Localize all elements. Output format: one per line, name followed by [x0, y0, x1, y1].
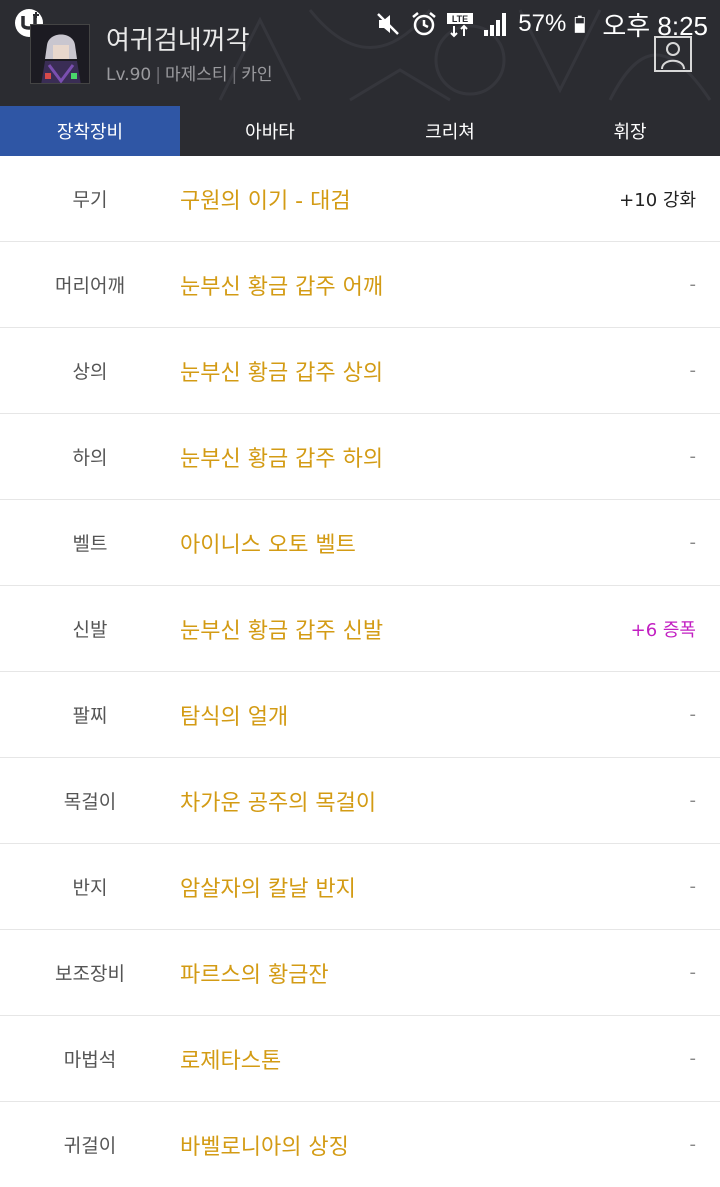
tab-avatar[interactable]: 아바타: [180, 106, 360, 156]
item-name: 파르스의 황금잔: [180, 962, 329, 988]
slot-label: 무기: [72, 189, 108, 211]
character-header: LTE 57% 오후 8:25 여귀검내꺼각 Lv.90 | 마제스티 | 카인: [0, 0, 720, 106]
equipment-row[interactable]: 반지 암살자의 칼날 반지 -: [0, 844, 720, 930]
slot-label: 목걸이: [63, 791, 117, 813]
slot-label: 반지: [72, 877, 108, 899]
item-name: 눈부신 황금 갑주 신발: [180, 618, 384, 644]
info-separator: |: [155, 65, 161, 85]
upgrade-status: -: [689, 704, 697, 725]
character-job: 마제스티: [164, 65, 228, 85]
user-icon: [661, 42, 685, 70]
item-name: 눈부신 황금 갑주 하의: [180, 446, 384, 472]
equipment-row[interactable]: 보조장비 파르스의 황금잔 -: [0, 930, 720, 1016]
slot-label: 벨트: [72, 533, 108, 555]
item-name: 로제타스톤: [180, 1048, 282, 1074]
equipment-row[interactable]: 신발 눈부신 황금 갑주 신발 +6 증폭: [0, 586, 720, 672]
signal-icon: [484, 13, 507, 36]
equipment-row[interactable]: 머리어깨 눈부신 황금 갑주 어깨 -: [0, 242, 720, 328]
character-level: Lv.90: [106, 65, 152, 85]
upgrade-status: -: [689, 962, 697, 983]
slot-label: 마법석: [63, 1049, 117, 1071]
alarm-icon: [412, 12, 437, 36]
svg-text:LTE: LTE: [452, 14, 468, 24]
item-name: 차가운 공주의 목걸이: [180, 790, 377, 816]
item-name: 암살자의 칼날 반지: [180, 876, 356, 902]
mute-icon: [377, 13, 400, 35]
item-name: 바벨로니아의 상징: [180, 1134, 349, 1160]
upgrade-status: +6 증폭: [630, 619, 696, 641]
tab-equipment[interactable]: 장착장비: [0, 106, 180, 156]
equipment-row[interactable]: 목걸이 차가운 공주의 목걸이 -: [0, 758, 720, 844]
tab-creature[interactable]: 크리쳐: [360, 106, 540, 156]
upgrade-status: -: [689, 446, 697, 467]
character-server: 카인: [241, 65, 273, 85]
slot-label: 상의: [72, 361, 108, 383]
info-separator: |: [231, 65, 238, 85]
upgrade-status: -: [689, 360, 697, 381]
slot-label: 하의: [72, 447, 108, 469]
battery-icon: [575, 15, 586, 33]
character-name: 여귀검내꺼각: [106, 26, 250, 56]
upgrade-status: -: [689, 274, 697, 295]
item-name: 눈부신 황금 갑주 어깨: [180, 274, 384, 300]
item-name: 아이니스 오토 벨트: [180, 532, 356, 558]
upgrade-status: -: [689, 1134, 697, 1155]
equipment-row[interactable]: 상의 눈부신 황금 갑주 상의 -: [0, 328, 720, 414]
equipment-row[interactable]: 마법석 로제타스톤 -: [0, 1016, 720, 1102]
equipment-row[interactable]: 하의 눈부신 황금 갑주 하의 -: [0, 414, 720, 500]
slot-label: 보조장비: [55, 963, 125, 985]
equipment-row[interactable]: 무기 구원의 이기 - 대검 +10 강화: [0, 156, 720, 242]
item-name: 구원의 이기 - 대검: [180, 188, 351, 214]
equipment-row[interactable]: 벨트 아이니스 오토 벨트 -: [0, 500, 720, 586]
slot-label: 신발: [72, 619, 108, 641]
lte-icon: LTE: [447, 13, 474, 38]
character-avatar: [30, 24, 90, 84]
slot-label: 머리어깨: [55, 275, 125, 297]
equipment-row[interactable]: 귀걸이 바벨로니아의 상징 -: [0, 1102, 720, 1187]
upgrade-status: +10 강화: [619, 189, 696, 211]
slot-label: 팔찌: [72, 705, 108, 727]
equipment-list: 무기 구원의 이기 - 대검 +10 강화 머리어깨 눈부신 황금 갑주 어깨 …: [0, 156, 720, 1187]
upgrade-status: -: [689, 876, 697, 897]
tab-bar: 장착장비 아바타 크리쳐 휘장: [0, 106, 720, 156]
battery-percent: 57%: [518, 10, 567, 37]
equipment-row[interactable]: 팔찌 탐식의 얼개 -: [0, 672, 720, 758]
item-name: 탐식의 얼개: [180, 704, 289, 730]
item-name: 눈부신 황금 갑주 상의: [180, 360, 384, 386]
tab-emblem[interactable]: 휘장: [540, 106, 720, 156]
upgrade-status: -: [689, 532, 697, 553]
character-info: Lv.90 | 마제스티 | 카인: [106, 60, 273, 85]
slot-label: 귀걸이: [63, 1135, 117, 1157]
upgrade-status: -: [689, 1048, 697, 1069]
upgrade-status: -: [689, 790, 697, 811]
profile-button[interactable]: [654, 36, 692, 72]
